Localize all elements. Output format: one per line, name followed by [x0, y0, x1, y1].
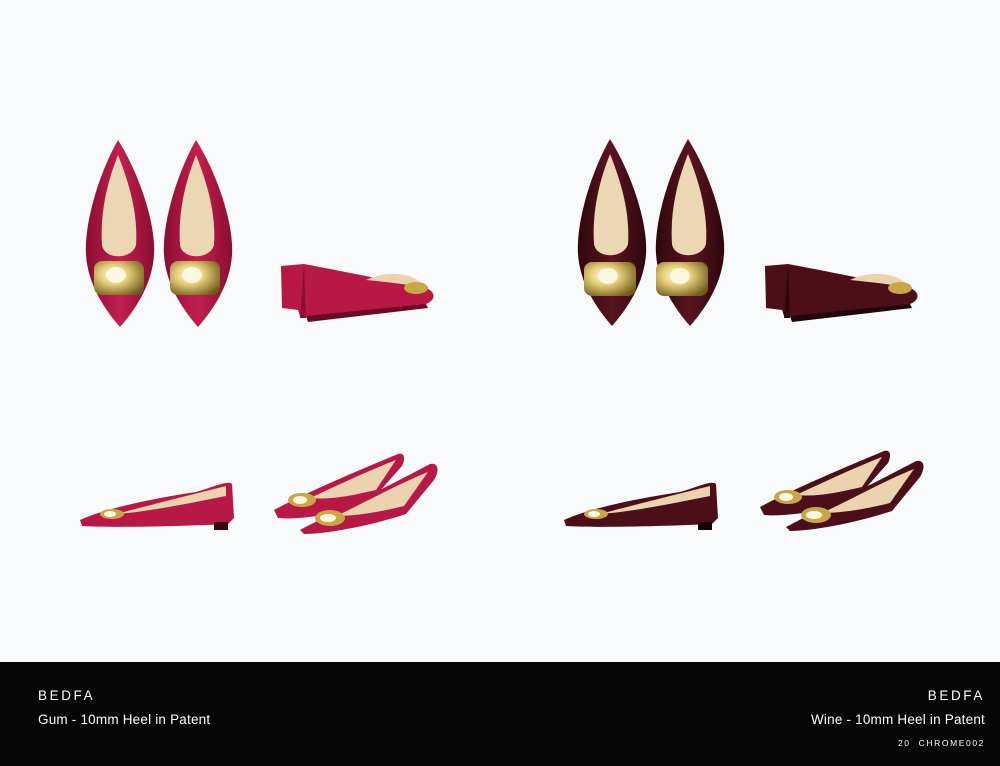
gum-top-view-pair — [85, 140, 233, 327]
wine-side-profile — [564, 482, 718, 530]
product-caption-gum: BEDFA Gum - 10mm Heel in Patent — [38, 688, 210, 728]
gum-back-three-quarter — [281, 264, 434, 322]
catalog-code: CHROME002 — [918, 738, 985, 748]
gum-front-three-quarter-pair — [274, 453, 438, 534]
product-model-name: BEDFA — [927, 688, 985, 703]
product-caption-wine: BEDFA Wine - 10mm Heel in Patent 20 CHROM… — [811, 688, 985, 748]
product-description: Wine - 10mm Heel in Patent — [810, 712, 985, 727]
wine-front-three-quarter-pair — [760, 450, 924, 531]
product-photo-area — [0, 0, 1000, 662]
wine-top-view-pair — [577, 139, 725, 326]
page-number: 20 — [897, 738, 911, 748]
footer-bar: BEDFA Gum - 10mm Heel in Patent BEDFA Wi… — [0, 662, 1000, 766]
product-model-name: BEDFA — [38, 688, 96, 703]
wine-back-three-quarter — [765, 264, 918, 322]
page-footer-code: 20 CHROME002 — [811, 738, 985, 748]
gum-side-profile — [80, 482, 234, 530]
product-description: Gum - 10mm Heel in Patent — [38, 712, 211, 727]
